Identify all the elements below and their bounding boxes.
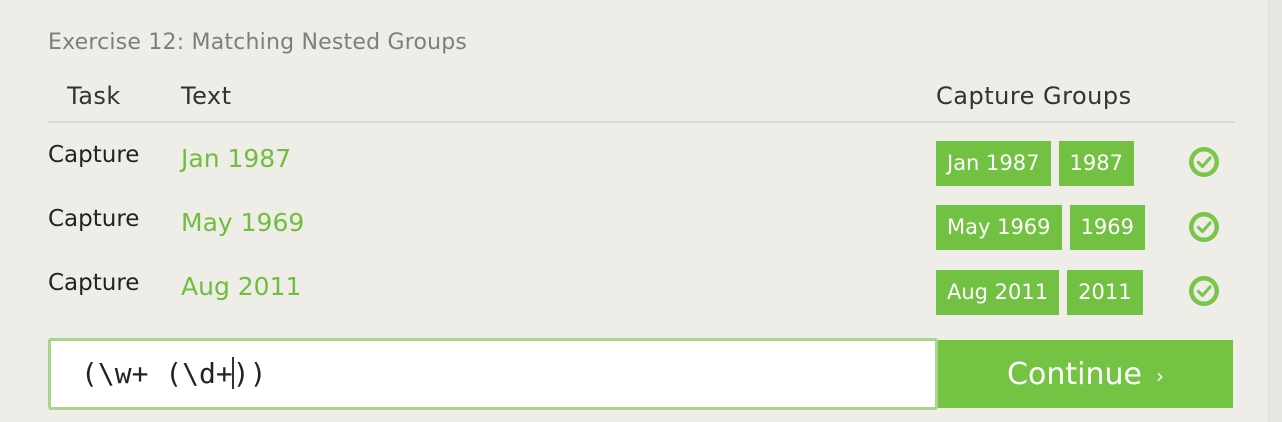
capture-group-chip: 1987	[1058, 141, 1134, 186]
regex-text-after-caret: ))	[232, 357, 267, 390]
regex-input[interactable]: (\w+ (\d+))	[48, 338, 938, 410]
exercise-panel: Exercise 12: Matching Nested Groups Task…	[0, 0, 1269, 422]
chevron-right-icon: ›	[1155, 364, 1164, 388]
continue-label: Continue	[1007, 356, 1142, 392]
column-header-task: Task	[67, 82, 121, 110]
row-task-label: Capture	[48, 270, 140, 296]
check-circle-icon	[1189, 147, 1219, 177]
exercise-title: Exercise 12: Matching Nested Groups	[48, 30, 468, 55]
row-task-label: Capture	[48, 142, 140, 168]
regex-input-value: (\w+ (\d+))	[81, 357, 266, 390]
capture-group-chip: Aug 2011	[936, 270, 1060, 315]
capture-group-chip: May 1969	[936, 205, 1062, 250]
check-circle-icon	[1189, 212, 1219, 242]
capture-groups: Aug 2011 2011	[936, 270, 1143, 315]
row-text-value: May 1969	[181, 208, 305, 237]
row-task-label: Capture	[48, 206, 140, 232]
capture-groups: Jan 1987 1987	[936, 141, 1134, 186]
capture-groups: May 1969 1969	[936, 205, 1145, 250]
capture-group-chip: 1969	[1069, 205, 1145, 250]
header-divider	[48, 121, 1235, 123]
regex-text-before-caret: (\w+ (\d+	[81, 357, 233, 390]
column-header-text: Text	[181, 82, 232, 110]
capture-group-chip: Jan 1987	[936, 141, 1051, 186]
column-header-capture-groups: Capture Groups	[936, 82, 1132, 110]
check-circle-icon	[1189, 276, 1219, 306]
row-text-value: Jan 1987	[181, 144, 292, 173]
capture-group-chip: 2011	[1067, 270, 1143, 315]
row-text-value: Aug 2011	[181, 272, 302, 301]
continue-button[interactable]: Continue ›	[938, 340, 1233, 408]
